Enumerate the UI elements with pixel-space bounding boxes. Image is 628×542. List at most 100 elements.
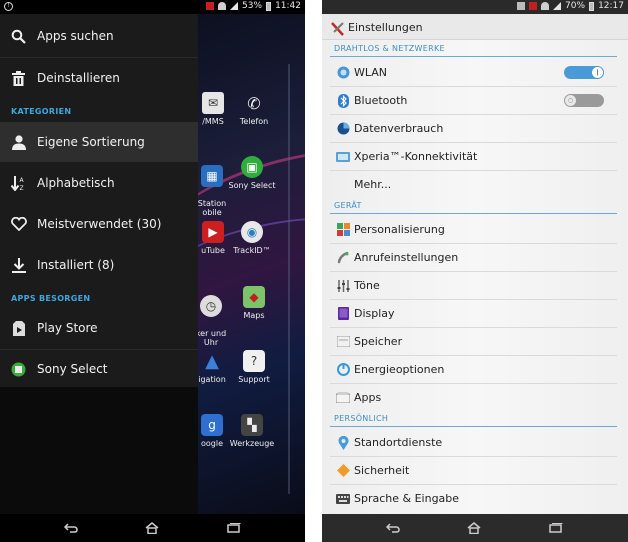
storage-icon: [336, 335, 350, 349]
menu-item-label: Installiert (8): [37, 258, 115, 272]
settings-item-xperia-connectivity[interactable]: Xperia™-Konnektivität: [330, 143, 620, 170]
settings-item-wlan[interactable]: WLAN ❙: [330, 59, 620, 86]
screenshot-stage: ! 53% 11:42 ✉ /MMS ✆ Telefon ▦ Station o…: [0, 0, 628, 542]
app-phone[interactable]: ✆ Telefon: [236, 92, 272, 126]
settings-item-label: Anrufeinstellungen: [354, 251, 459, 264]
right-phone: 70% 12:17 Einstellungen DRAHTLOS & NETZW…: [322, 0, 628, 542]
play-store-icon: [10, 320, 27, 337]
settings-item-personalization[interactable]: Personalisierung: [330, 216, 620, 243]
app-station[interactable]: ▦ Station obile: [192, 156, 232, 226]
app-trackid[interactable]: ◉ TrackID™: [232, 221, 272, 255]
navigation-bar-left: [0, 514, 305, 542]
tools-icon: ▚: [241, 414, 263, 436]
menu-item-search-apps[interactable]: Apps suchen: [0, 16, 198, 56]
app-drawer-menu: Apps suchen Deinstallieren KATEGORIEN Ei…: [0, 14, 198, 387]
data-usage-icon: [336, 122, 350, 136]
settings-item-label: Personalisierung: [354, 223, 445, 236]
recent-apps-icon[interactable]: [226, 520, 242, 536]
settings-item-power[interactable]: Energieoptionen: [330, 356, 620, 383]
apps-icon: [336, 391, 350, 405]
cell-signal-icon: [230, 2, 239, 10]
settings-item-data-usage[interactable]: Datenverbrauch: [330, 115, 620, 142]
app-tools[interactable]: ▚ Werkzeuge: [228, 414, 276, 448]
menu-item-custom-sort[interactable]: Eigene Sortierung: [0, 122, 198, 162]
notification-icon: [517, 2, 526, 10]
section-header-get-apps: APPS BESORGEN: [11, 294, 91, 303]
google-icon: g: [201, 414, 223, 436]
clock-icon: ◷: [200, 295, 222, 317]
menu-item-play-store[interactable]: Play Store: [0, 308, 198, 348]
messaging-icon: ✉: [202, 92, 224, 114]
home-icon[interactable]: [466, 520, 482, 536]
back-icon[interactable]: [63, 520, 79, 536]
notification-red-icon: [206, 2, 215, 10]
menu-item-alphabetical[interactable]: AZ Alphabetisch: [0, 163, 198, 203]
app-youtube[interactable]: ▶ uTube: [195, 221, 231, 255]
section-header-categories: KATEGORIEN: [11, 107, 72, 116]
battery-icon: [266, 1, 272, 11]
battery-percent: 70%: [565, 1, 586, 11]
app-google[interactable]: g oogle: [192, 414, 232, 448]
section-header-personal: PERSÖNLICH: [334, 414, 389, 423]
wifi-signal-icon: [541, 2, 550, 10]
display-icon: [336, 307, 350, 321]
wifi-icon: [336, 66, 350, 80]
menu-item-label: Play Store: [37, 321, 98, 335]
svg-text:A: A: [19, 177, 24, 184]
settings-item-security[interactable]: Sicherheit: [330, 457, 620, 484]
maps-icon: ◆: [243, 286, 265, 308]
support-icon: ?: [243, 350, 265, 372]
settings-item-bluetooth[interactable]: Bluetooth ○: [330, 87, 620, 114]
person-icon: [10, 134, 27, 151]
wlan-toggle[interactable]: ❙: [564, 66, 604, 79]
menu-item-sony-select[interactable]: Sony Select: [0, 349, 198, 389]
app-label: uTube: [201, 246, 225, 255]
sort-alpha-icon: AZ: [10, 175, 27, 192]
settings-item-more[interactable]: Mehr...: [330, 171, 620, 198]
recent-apps-icon[interactable]: [548, 520, 564, 536]
navigation-bar-right: [322, 514, 628, 542]
bluetooth-icon: [336, 93, 350, 108]
section-divider: [330, 426, 617, 427]
settings-tools-icon[interactable]: [331, 21, 345, 36]
app-label: Support: [238, 375, 270, 384]
menu-item-uninstall[interactable]: Deinstallieren: [0, 58, 198, 98]
battery-percent: 53%: [242, 1, 263, 11]
battery-icon: [589, 1, 595, 11]
settings-item-label: Energieoptionen: [354, 363, 445, 376]
app-support[interactable]: ? Support: [234, 350, 274, 384]
settings-item-storage[interactable]: Speicher: [330, 328, 620, 355]
settings-item-label: Apps: [354, 391, 382, 404]
settings-item-display[interactable]: Display: [330, 300, 620, 327]
section-divider: [330, 56, 617, 57]
settings-item-label: Standortdienste: [354, 436, 443, 449]
app-label: TrackID™: [233, 246, 271, 255]
settings-item-label: WLAN: [354, 66, 388, 79]
cell-signal-icon: [553, 2, 562, 10]
app-label: Werkzeuge: [229, 439, 275, 448]
home-icon[interactable]: [144, 520, 160, 536]
menu-item-most-used[interactable]: Meistverwendet (30): [0, 204, 198, 244]
app-navigation[interactable]: ▲ igation: [192, 350, 232, 384]
toggle-knob: ○: [565, 95, 576, 106]
settings-item-apps[interactable]: Apps: [330, 384, 620, 411]
app-messaging[interactable]: ✉ /MMS: [195, 92, 231, 126]
menu-item-label: Eigene Sortierung: [37, 135, 145, 149]
settings-item-location[interactable]: Standortdienste: [330, 429, 620, 456]
settings-item-call-settings[interactable]: Anrufeinstellungen: [330, 244, 620, 271]
search-icon: [10, 28, 27, 45]
trackid-icon: ◉: [241, 221, 263, 243]
status-bar-left: ! 53% 11:42: [0, 0, 305, 14]
back-icon[interactable]: [385, 520, 401, 536]
app-maps[interactable]: ◆ Maps: [236, 286, 272, 320]
power-icon: [336, 363, 350, 377]
bluetooth-toggle[interactable]: ○: [564, 94, 604, 107]
section-header-device: GERÄT: [334, 201, 362, 210]
download-icon: [10, 257, 27, 274]
settings-item-language-input[interactable]: Sprache & Eingabe: [330, 485, 620, 512]
settings-item-label: Display: [354, 307, 395, 320]
svg-text:Z: Z: [19, 185, 23, 191]
menu-item-installed[interactable]: Installiert (8): [0, 245, 198, 285]
app-sony-select[interactable]: ▣ Sony Select: [228, 156, 276, 190]
settings-item-sound[interactable]: Töne: [330, 272, 620, 299]
